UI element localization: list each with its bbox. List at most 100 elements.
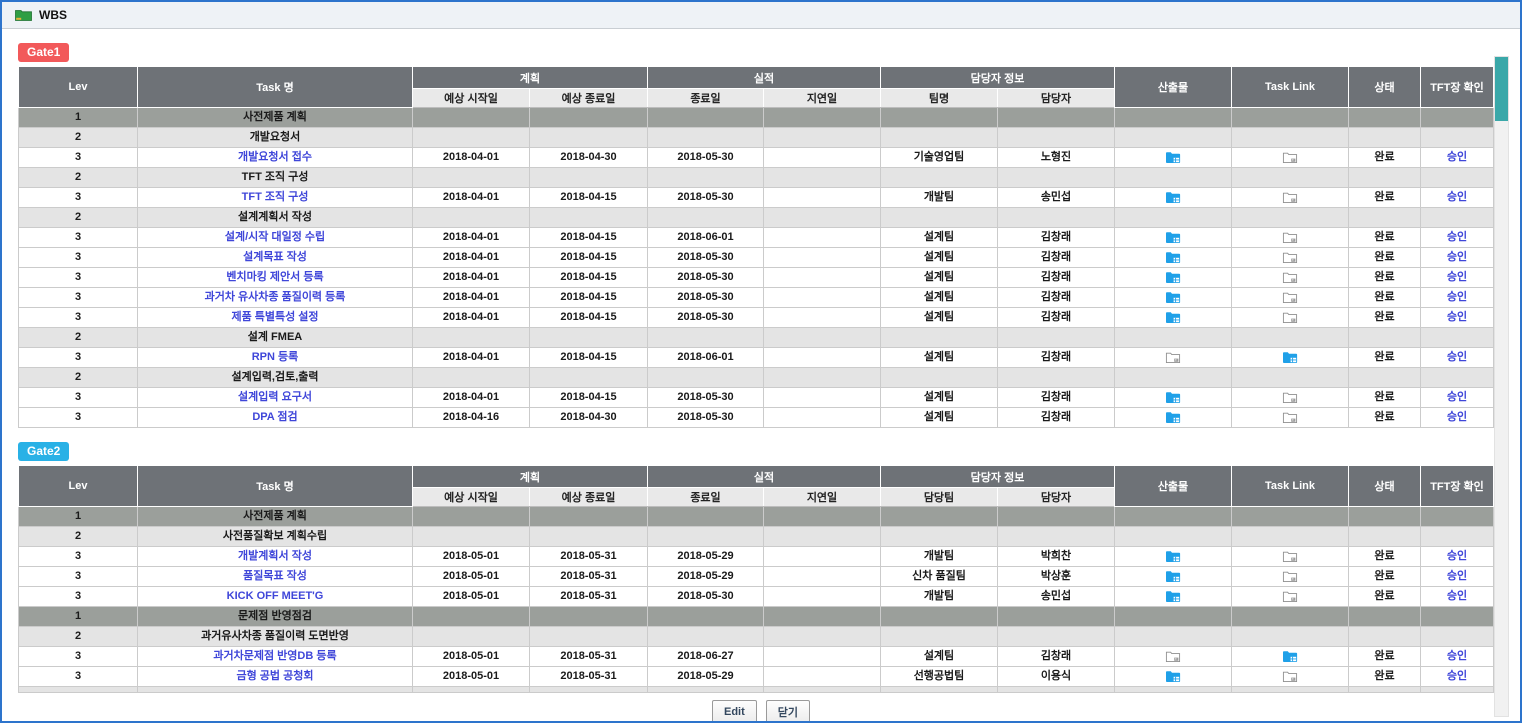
task-name-link[interactable]: 개발계획서 작성 bbox=[238, 550, 312, 562]
task-link-folder-gray-icon[interactable] bbox=[1282, 670, 1298, 683]
delay-cell bbox=[764, 228, 881, 248]
task-name-cell: 사전제품 계획 bbox=[138, 108, 413, 128]
output-folder-blue-icon[interactable] bbox=[1165, 570, 1181, 583]
task-name-link[interactable]: 설계목표 작성 bbox=[243, 251, 307, 263]
output-folder-blue-icon[interactable] bbox=[1165, 670, 1181, 683]
tft-approve-link[interactable]: 승인 bbox=[1447, 251, 1467, 263]
plan-end-cell: 2018-04-15 bbox=[530, 388, 648, 408]
edit-button[interactable]: Edit bbox=[712, 700, 757, 723]
task-link-folder-gray-icon[interactable] bbox=[1282, 291, 1298, 304]
lev-cell: 3 bbox=[19, 547, 138, 567]
output-folder-blue-icon[interactable] bbox=[1165, 311, 1181, 324]
empty-cell bbox=[530, 368, 648, 388]
task-name-link[interactable]: DPA 점검 bbox=[252, 411, 297, 423]
tft-approve-link[interactable]: 승인 bbox=[1447, 670, 1467, 682]
tft-approve-link[interactable]: 승인 bbox=[1447, 570, 1467, 582]
task-name-link[interactable]: 금형 공법 공청회 bbox=[237, 670, 314, 682]
output-folder-blue-icon[interactable] bbox=[1165, 151, 1181, 164]
task-name-link[interactable]: 벤치마킹 제안서 등록 bbox=[226, 271, 323, 283]
empty-cell bbox=[530, 128, 648, 148]
task-name-link[interactable]: 품질목표 작성 bbox=[243, 570, 307, 582]
task-name-link[interactable]: KICK OFF MEET'G bbox=[227, 590, 324, 602]
scrollbar-thumb[interactable] bbox=[1495, 57, 1508, 121]
col-group-owner-info: 담당자 정보 bbox=[881, 67, 1115, 89]
task-link-folder-gray-icon[interactable] bbox=[1282, 570, 1298, 583]
col-header-plan-start: 예상 시작일 bbox=[413, 89, 530, 108]
task-name-link[interactable]: 과거차문제점 반영DB 등록 bbox=[213, 650, 336, 662]
delay-cell bbox=[764, 647, 881, 667]
task-name-link[interactable]: TFT 조직 구성 bbox=[242, 191, 309, 203]
output-folder-blue-icon[interactable] bbox=[1165, 231, 1181, 244]
empty-cell bbox=[1349, 168, 1421, 188]
tft-approve-link[interactable]: 승인 bbox=[1447, 231, 1467, 243]
tft-approve-link[interactable]: 승인 bbox=[1447, 411, 1467, 423]
close-button[interactable]: 닫기 bbox=[766, 700, 810, 723]
owner-cell: 김창래 bbox=[998, 308, 1115, 328]
task-name-link[interactable]: 설계입력 요구서 bbox=[238, 391, 312, 403]
tft-confirm-cell: 승인 bbox=[1421, 148, 1494, 168]
empty-cell bbox=[1421, 627, 1494, 647]
task-row: 3 과거차 유사차종 품질이력 등록 2018-04-01 2018-04-15… bbox=[19, 288, 1494, 308]
empty-cell bbox=[998, 328, 1115, 348]
output-folder-blue-icon[interactable] bbox=[1165, 391, 1181, 404]
output-folder-gray-icon[interactable] bbox=[1165, 650, 1181, 663]
task-link-folder-gray-icon[interactable] bbox=[1282, 231, 1298, 244]
output-folder-blue-icon[interactable] bbox=[1165, 251, 1181, 264]
plan-start-cell: 2018-04-01 bbox=[413, 348, 530, 368]
task-link-folder-gray-icon[interactable] bbox=[1282, 590, 1298, 603]
task-link-folder-gray-icon[interactable] bbox=[1282, 311, 1298, 324]
status-cell: 완료 bbox=[1349, 547, 1421, 567]
team-cell: 설계팀 bbox=[881, 288, 998, 308]
task-link-folder-gray-icon[interactable] bbox=[1282, 191, 1298, 204]
tft-approve-link[interactable]: 승인 bbox=[1447, 590, 1467, 602]
task-link-folder-gray-icon[interactable] bbox=[1282, 411, 1298, 424]
tft-approve-link[interactable]: 승인 bbox=[1447, 291, 1467, 303]
tft-approve-link[interactable]: 승인 bbox=[1447, 271, 1467, 283]
task-link-cell bbox=[1232, 308, 1349, 328]
tft-approve-link[interactable]: 승인 bbox=[1447, 650, 1467, 662]
empty-cell bbox=[998, 507, 1115, 527]
empty-cell bbox=[1232, 607, 1349, 627]
task-name-link[interactable]: 개발요청서 접수 bbox=[238, 151, 312, 163]
output-folder-blue-icon[interactable] bbox=[1165, 271, 1181, 284]
task-name-link[interactable]: 제품 특별특성 설정 bbox=[231, 311, 318, 323]
output-folder-blue-icon[interactable] bbox=[1165, 550, 1181, 563]
delay-cell bbox=[764, 408, 881, 428]
task-name-link[interactable]: 과거차 유사차종 품질이력 등록 bbox=[205, 291, 346, 303]
task-link-folder-gray-icon[interactable] bbox=[1282, 271, 1298, 284]
empty-cell bbox=[1421, 507, 1494, 527]
delay-cell bbox=[764, 148, 881, 168]
tft-approve-link[interactable]: 승인 bbox=[1447, 151, 1467, 163]
tft-confirm-cell: 승인 bbox=[1421, 248, 1494, 268]
tft-approve-link[interactable]: 승인 bbox=[1447, 311, 1467, 323]
task-link-folder-gray-icon[interactable] bbox=[1282, 550, 1298, 563]
task-name-link[interactable]: RPN 등록 bbox=[252, 351, 299, 363]
tft-approve-link[interactable]: 승인 bbox=[1447, 191, 1467, 203]
tft-approve-link[interactable]: 승인 bbox=[1447, 550, 1467, 562]
output-folder-blue-icon[interactable] bbox=[1165, 191, 1181, 204]
task-link-folder-blue-icon[interactable] bbox=[1282, 650, 1298, 663]
task-link-folder-gray-icon[interactable] bbox=[1282, 391, 1298, 404]
empty-cell bbox=[881, 527, 998, 547]
team-cell: 기술영업팀 bbox=[881, 148, 998, 168]
tft-approve-link[interactable]: 승인 bbox=[1447, 351, 1467, 363]
output-folder-blue-icon[interactable] bbox=[1165, 411, 1181, 424]
output-folder-gray-icon[interactable] bbox=[1165, 351, 1181, 364]
output-folder-blue-icon[interactable] bbox=[1165, 291, 1181, 304]
delay-cell bbox=[764, 248, 881, 268]
empty-cell bbox=[881, 627, 998, 647]
tft-confirm-cell: 승인 bbox=[1421, 228, 1494, 248]
task-name-link[interactable]: 설계/시작 대일정 수립 bbox=[225, 231, 325, 243]
task-row: 3 벤치마킹 제안서 등록 2018-04-01 2018-04-15 2018… bbox=[19, 268, 1494, 288]
vertical-scrollbar[interactable] bbox=[1494, 56, 1509, 717]
task-link-folder-gray-icon[interactable] bbox=[1282, 151, 1298, 164]
task-name-cell: DPA 점검 bbox=[138, 408, 413, 428]
task-link-folder-gray-icon[interactable] bbox=[1282, 251, 1298, 264]
task-link-cell bbox=[1232, 587, 1349, 607]
output-folder-blue-icon[interactable] bbox=[1165, 590, 1181, 603]
task-link-folder-blue-icon[interactable] bbox=[1282, 351, 1298, 364]
task-name-cell: TFT 조직 구성 bbox=[138, 188, 413, 208]
empty-cell bbox=[1349, 128, 1421, 148]
empty-cell bbox=[648, 527, 764, 547]
tft-approve-link[interactable]: 승인 bbox=[1447, 391, 1467, 403]
